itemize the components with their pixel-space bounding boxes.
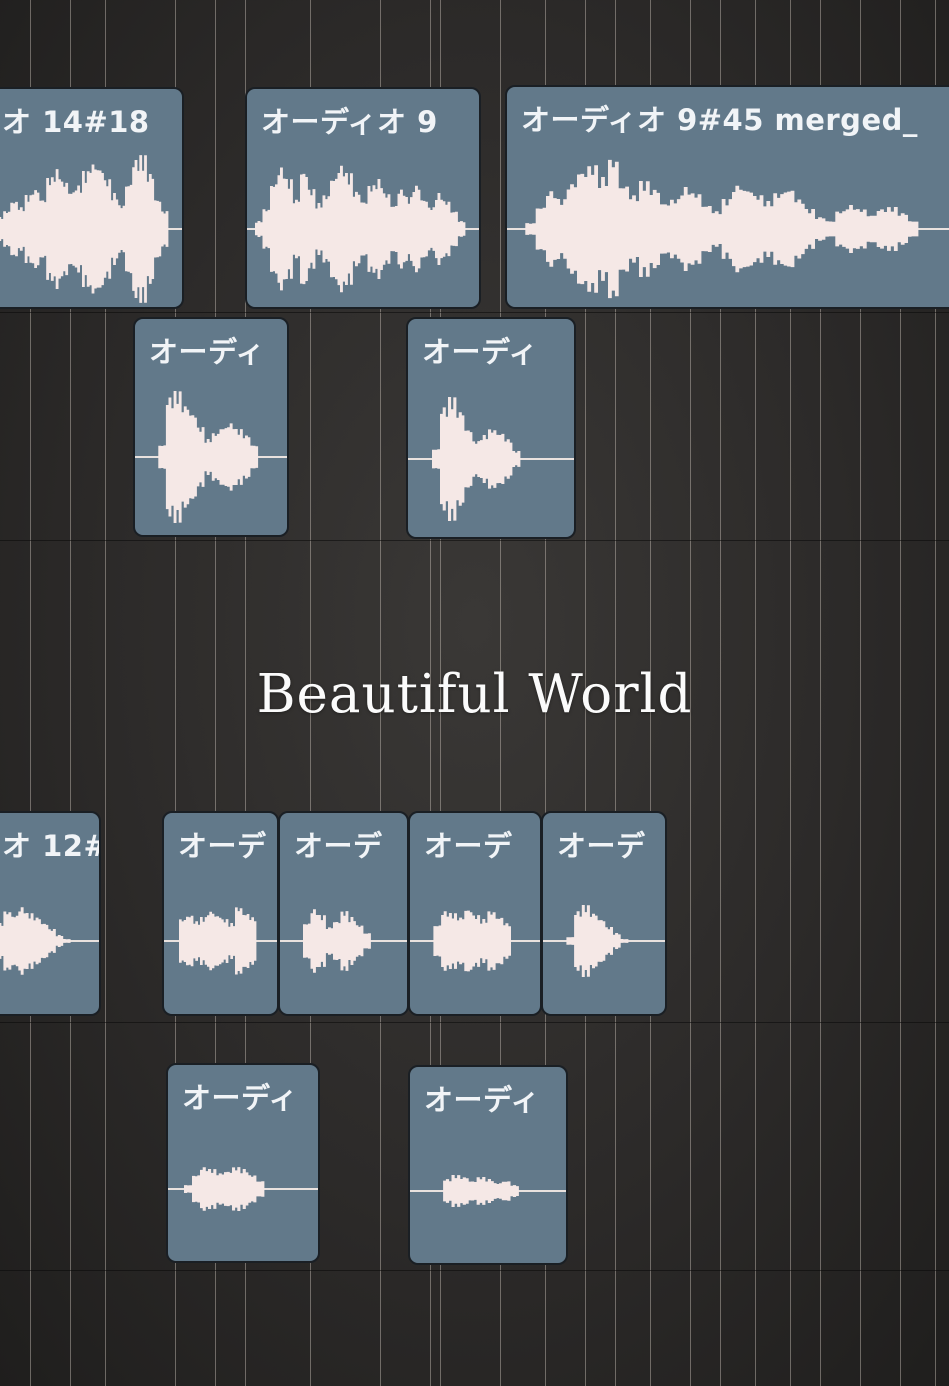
audio-region[interactable]: オーディ [408, 1065, 568, 1265]
audio-region[interactable]: オーデ [162, 811, 279, 1016]
waveform-shape [255, 165, 466, 293]
waveform [410, 910, 540, 972]
waveform-shape [184, 1167, 265, 1211]
waveform-shape [0, 155, 169, 303]
waveform-shape [433, 910, 511, 972]
audio-region[interactable]: オーディ [166, 1063, 320, 1263]
waveform [507, 159, 949, 299]
waveform-shape [0, 907, 71, 975]
track-separator [0, 540, 949, 541]
audio-region[interactable]: オーディ [406, 317, 576, 539]
waveform [0, 155, 182, 303]
waveform-shape [179, 907, 257, 975]
audio-region[interactable]: オーデ [408, 811, 542, 1016]
audio-region[interactable]: オ 14#18 [0, 87, 184, 309]
audio-region[interactable]: オーディオ 9#45 merged_ [505, 85, 949, 309]
track-separator [0, 1270, 949, 1271]
waveform [280, 909, 407, 973]
audio-region[interactable]: オーディ [133, 317, 289, 537]
audio-region[interactable]: オーデ [278, 811, 409, 1016]
waveform-shape [566, 905, 629, 977]
audio-region[interactable]: オーデ [541, 811, 667, 1016]
waveform-shape [303, 909, 371, 973]
waveform-shape [443, 1175, 519, 1207]
waveform [247, 165, 479, 293]
waveform-shape [525, 159, 919, 299]
waveform [408, 397, 574, 521]
waveform [0, 907, 99, 975]
waveform [164, 907, 277, 975]
track-separator [0, 1022, 949, 1023]
waveform [410, 1175, 566, 1207]
audio-region[interactable]: オ 12# [0, 811, 101, 1016]
waveform [135, 391, 287, 523]
track-separator [0, 312, 949, 313]
waveform [168, 1167, 318, 1211]
audio-region[interactable]: オーディオ 9 [245, 87, 481, 309]
video-title-overlay: Beautiful World [256, 664, 693, 725]
waveform-shape [432, 397, 521, 521]
waveform [543, 905, 665, 977]
waveform-shape [158, 391, 259, 523]
